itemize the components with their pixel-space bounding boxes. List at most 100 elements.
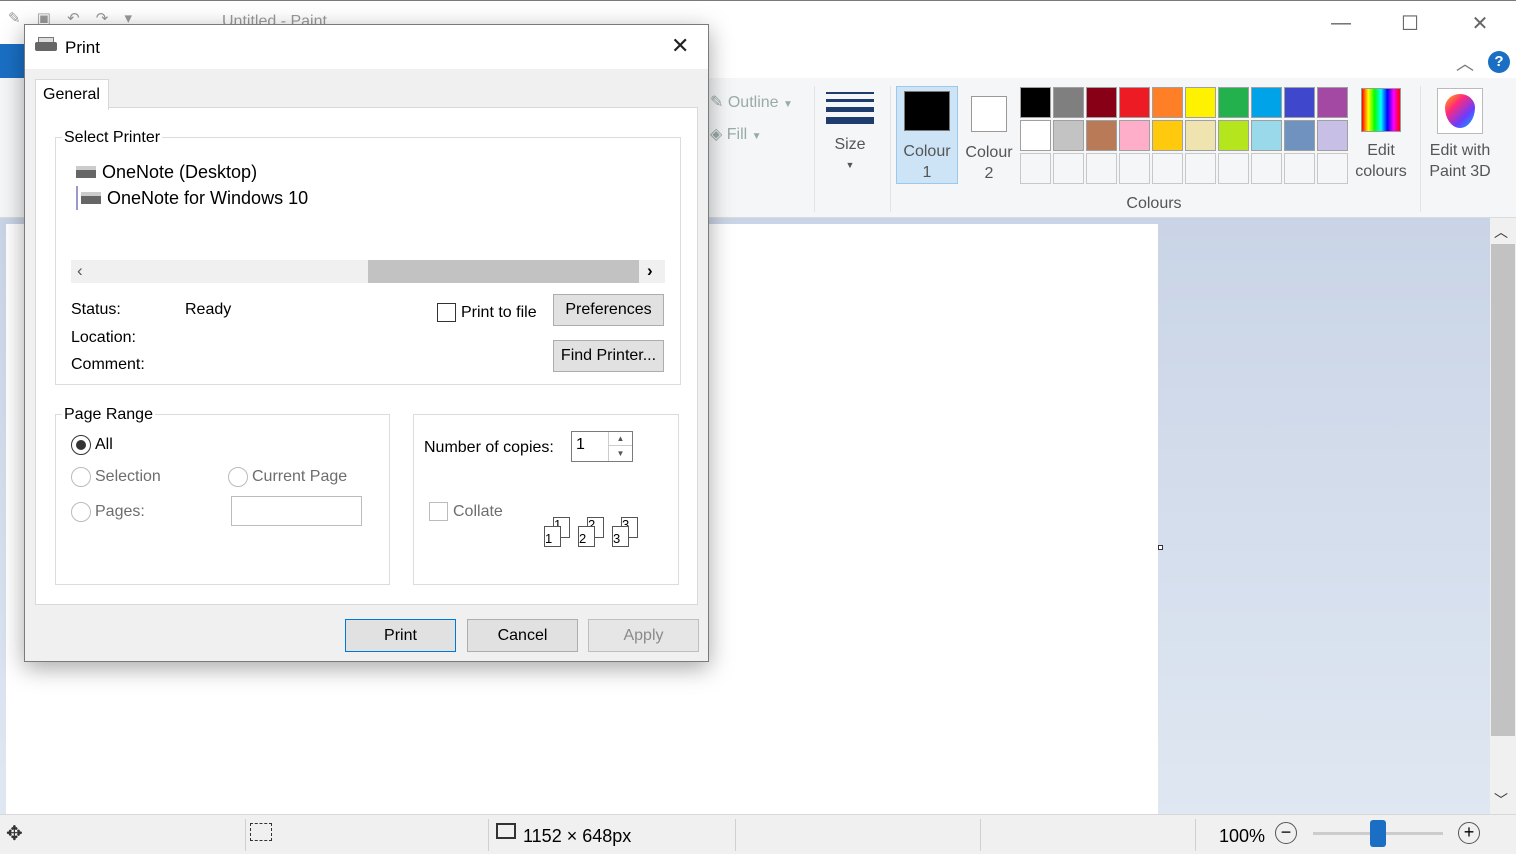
ribbon-separator	[890, 86, 891, 212]
range-all-radio[interactable]	[71, 435, 91, 455]
palette-empty-slot[interactable]	[1251, 153, 1282, 184]
fill-label: Fill	[726, 126, 748, 143]
range-current-page-radio[interactable]	[228, 467, 248, 487]
general-tab-panel: Select Printer OneNote (Desktop) OneNote…	[35, 107, 698, 605]
fill-dropdown[interactable]: ◈ Fill ▼	[710, 124, 762, 144]
hscroll-thumb[interactable]	[368, 260, 639, 283]
range-pages-label: Pages:	[95, 503, 145, 520]
printer-small-icon	[81, 192, 101, 204]
palette-swatch[interactable]	[1284, 120, 1315, 151]
zoom-slider-thumb[interactable]	[1370, 820, 1386, 847]
palette-swatch[interactable]	[1020, 120, 1051, 151]
cancel-button[interactable]: Cancel	[467, 619, 578, 652]
outline-label: Outline	[727, 94, 779, 111]
palette-swatch[interactable]	[1317, 120, 1348, 151]
palette-swatch[interactable]	[1218, 87, 1249, 118]
palette-swatch[interactable]	[1152, 87, 1183, 118]
range-pages-radio[interactable]	[71, 502, 91, 522]
dialog-title: Print	[65, 38, 100, 57]
spinner-up-icon[interactable]: ▲	[608, 432, 632, 446]
palette-swatch[interactable]	[1086, 87, 1117, 118]
palette-empty-slot[interactable]	[1020, 153, 1051, 184]
colour1-button[interactable]: Colour 1	[896, 86, 958, 184]
scroll-right-icon[interactable]: ›	[647, 261, 653, 281]
edit-colours-label: Edit colours	[1355, 142, 1407, 180]
palette-swatch[interactable]	[1218, 120, 1249, 151]
print-to-file-label: Print to file	[461, 304, 537, 321]
status-separator	[980, 819, 981, 851]
copies-spinner[interactable]: 1 ▲ ▼	[571, 431, 633, 462]
collapse-ribbon-icon[interactable]: ︿	[1456, 50, 1474, 76]
palette-swatch[interactable]	[1020, 87, 1051, 118]
printer-item-label: OneNote for Windows 10	[107, 187, 309, 208]
collate-label: Collate	[453, 503, 503, 520]
palette-swatch[interactable]	[1251, 87, 1282, 118]
scroll-left-icon[interactable]: ‹	[77, 261, 83, 281]
palette-empty-slot[interactable]	[1119, 153, 1150, 184]
maximize-button[interactable]: ☐	[1377, 1, 1443, 45]
canvas-resize-handle[interactable]	[1158, 545, 1163, 550]
palette-swatch[interactable]	[1185, 120, 1216, 151]
status-separator	[735, 819, 736, 851]
ribbon-separator	[814, 86, 815, 212]
print-to-file-checkbox[interactable]	[437, 303, 456, 322]
range-selection-label: Selection	[95, 468, 161, 485]
status-separator	[1195, 819, 1196, 851]
zoom-out-button[interactable]: −	[1275, 822, 1297, 844]
minimize-button[interactable]: —	[1308, 1, 1374, 45]
dialog-close-button[interactable]: ✕	[671, 33, 689, 59]
palette-empty-slot[interactable]	[1284, 153, 1315, 184]
palette-empty-slot[interactable]	[1185, 153, 1216, 184]
printer-item[interactable]: OneNote (Desktop)	[76, 160, 257, 184]
palette-empty-slot[interactable]	[1053, 153, 1084, 184]
outline-dropdown[interactable]: ✎ Outline ▼	[710, 92, 793, 112]
palette-swatch[interactable]	[1053, 120, 1084, 151]
zoom-in-button[interactable]: +	[1458, 822, 1480, 844]
palette-empty-slot[interactable]	[1086, 153, 1117, 184]
pages-input[interactable]	[231, 496, 362, 526]
edit-with-paint3d-button[interactable]: Edit with Paint 3D	[1428, 88, 1492, 188]
zoom-level: 100%	[1219, 826, 1266, 846]
printer-list-hscrollbar[interactable]: ‹ ›	[71, 260, 665, 283]
size-button[interactable]: Size ▼	[826, 88, 874, 198]
colour2-button[interactable]: Colour 2	[960, 86, 1018, 184]
ribbon-separator	[1420, 86, 1421, 212]
printer-item-label: OneNote (Desktop)	[102, 161, 258, 182]
spinner-down-icon[interactable]: ▼	[608, 446, 632, 461]
palette-empty-slot[interactable]	[1218, 153, 1249, 184]
palette-swatch[interactable]	[1086, 120, 1117, 151]
palette-swatch[interactable]	[1119, 120, 1150, 151]
select-printer-label: Select Printer	[62, 129, 163, 147]
palette-swatch[interactable]	[1053, 87, 1084, 118]
range-selection-radio[interactable]	[71, 467, 91, 487]
preferences-button[interactable]: Preferences	[553, 294, 664, 326]
palette-swatch[interactable]	[1251, 120, 1282, 151]
copies-value: 1	[576, 436, 585, 453]
print-button[interactable]: Print	[345, 619, 456, 652]
palette-swatch[interactable]	[1284, 87, 1315, 118]
file-menu-tab[interactable]	[0, 44, 26, 78]
close-button[interactable]: ✕	[1447, 1, 1513, 45]
palette-swatch[interactable]	[1185, 87, 1216, 118]
printer-small-icon	[76, 166, 96, 178]
printer-list[interactable]: OneNote (Desktop) OneNote for Windows 10	[76, 160, 656, 218]
palette-swatch[interactable]	[1119, 87, 1150, 118]
page-range-label: Page Range	[62, 406, 155, 424]
tab-general[interactable]: General	[35, 79, 109, 110]
help-icon[interactable]: ?	[1488, 51, 1510, 73]
scroll-down-icon[interactable]: ﹀	[1494, 790, 1508, 810]
colour-palette	[1020, 87, 1352, 187]
edit-colours-button[interactable]: Edit colours	[1352, 88, 1410, 188]
palette-empty-slot[interactable]	[1317, 153, 1348, 184]
printer-item[interactable]: OneNote for Windows 10	[76, 186, 308, 210]
print-dialog: Print ✕ General Select Printer OneNote (…	[24, 24, 709, 662]
vertical-scroll-thumb[interactable]	[1491, 244, 1515, 736]
find-printer-button[interactable]: Find Printer...	[553, 340, 664, 372]
scroll-up-icon[interactable]: ︿	[1494, 222, 1508, 242]
apply-button[interactable]: Apply	[588, 619, 699, 652]
palette-swatch[interactable]	[1317, 87, 1348, 118]
palette-empty-slot[interactable]	[1152, 153, 1183, 184]
colours-group-label: Colours	[1126, 195, 1182, 212]
collate-checkbox[interactable]	[429, 502, 448, 521]
palette-swatch[interactable]	[1152, 120, 1183, 151]
